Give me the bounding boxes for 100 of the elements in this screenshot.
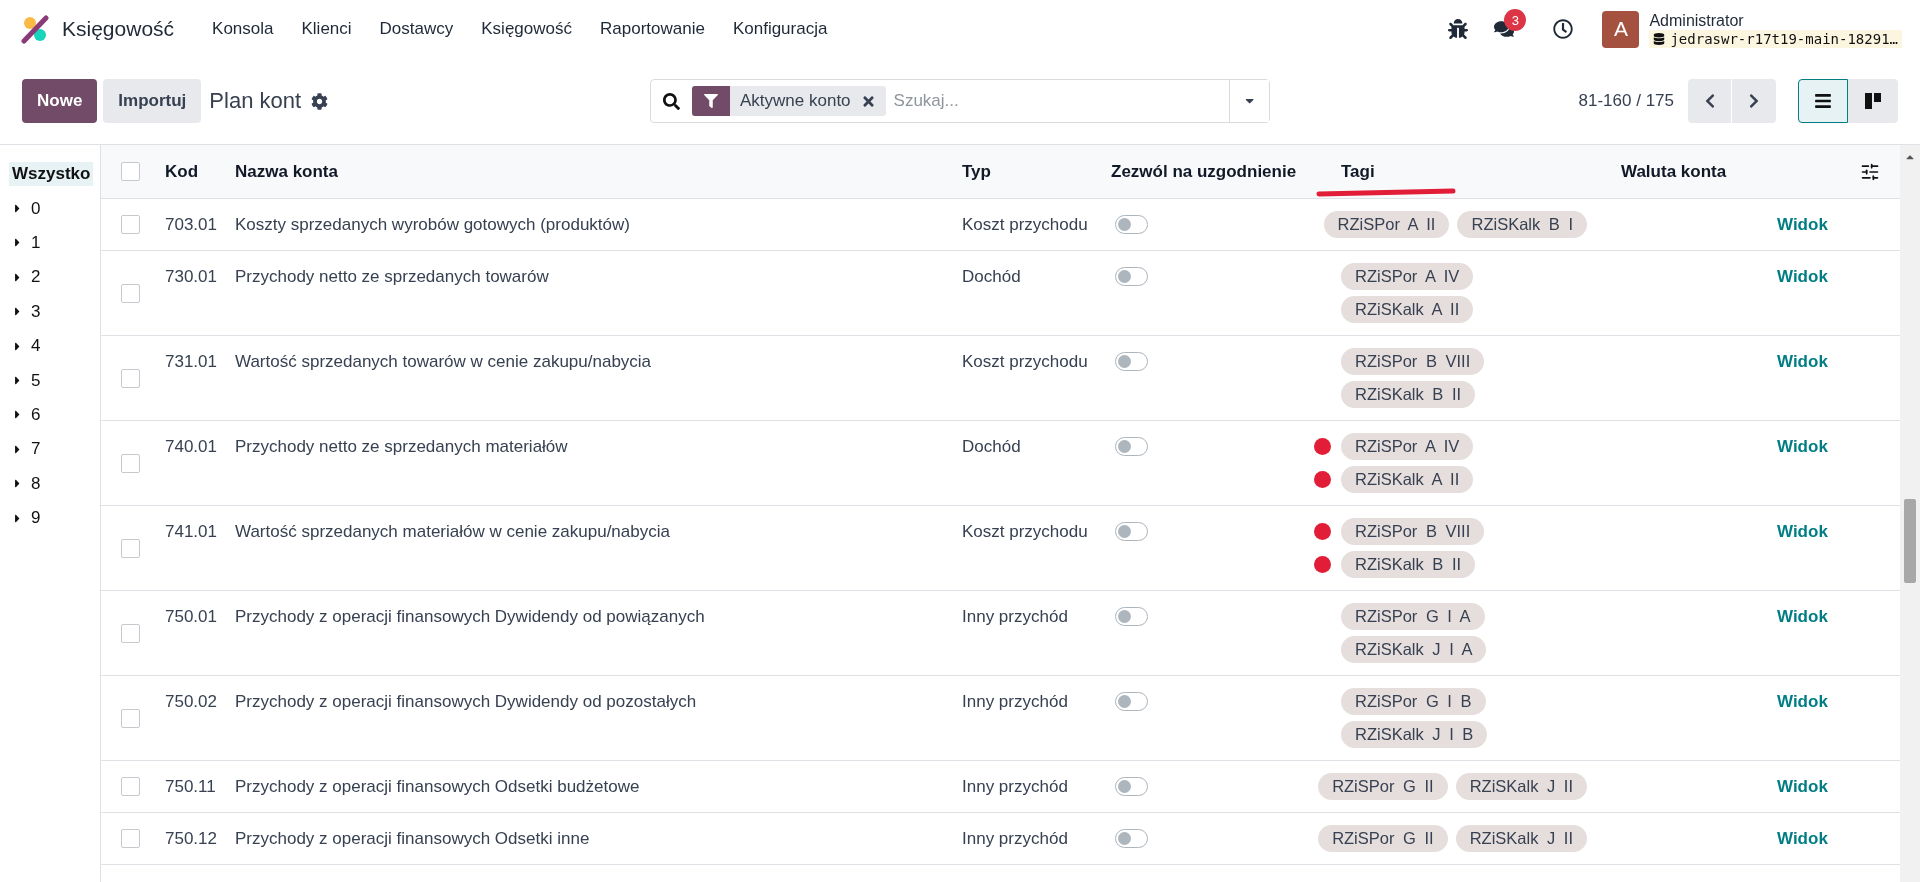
view-link[interactable]: Widok (1755, 348, 1860, 375)
menu-item[interactable]: Konsola (198, 19, 288, 39)
toggle-switch[interactable] (1115, 607, 1148, 626)
tag: RZiSPor B VIII (1341, 348, 1485, 375)
row-checkbox[interactable] (121, 623, 140, 643)
kanban-icon (1864, 92, 1882, 110)
table-cell-text: 741.01 (164, 521, 218, 543)
toggle-switch[interactable] (1115, 437, 1148, 456)
app-name[interactable]: Księgowość (62, 17, 175, 41)
app-logo[interactable] (20, 14, 50, 44)
kanban-view-button[interactable] (1848, 79, 1898, 123)
tag: RZiSKalk B II (1341, 381, 1476, 408)
tag: RZiSPor G I A (1341, 603, 1485, 630)
table-cell-text: Koszty sprzedanych wyrobów gotowych (produktów) (234, 214, 631, 236)
tag: RZiSPor A IV (1341, 433, 1474, 460)
menu-item[interactable]: Klienci (287, 19, 366, 39)
table-cell-text: Przychody z operacji finansowych Dywidendy od pozostałych (234, 691, 698, 713)
column-header[interactable]: Nazwa konta (229, 161, 956, 182)
next-button[interactable] (1732, 79, 1776, 123)
table-cell-text: 750.02 (164, 691, 218, 713)
new-button[interactable]: Nowe (22, 79, 98, 123)
view-link[interactable]: Widok (1755, 263, 1860, 290)
select-all-checkbox[interactable] (121, 162, 140, 181)
pager-value[interactable]: 81-160 / 175 (1578, 91, 1674, 111)
table-cell-text: Przychody z operacji finansowych Odsetki inne (234, 828, 591, 850)
toggle-switch[interactable] (1115, 267, 1148, 286)
previous-button[interactable] (1688, 79, 1732, 123)
sidebar-item[interactable]: 2 (28, 265, 44, 290)
column-header[interactable]: Tagi (1305, 161, 1595, 182)
list-view-button[interactable] (1798, 79, 1848, 123)
row-checkbox[interactable] (121, 829, 140, 848)
table-cell-text: Przychody z operacji finansowych Dywidendy od powiązanych (234, 606, 706, 628)
table-cell-text: Dochód (961, 436, 1022, 458)
search-icon (663, 92, 680, 110)
sidebar-item[interactable]: 4 (28, 334, 44, 359)
sidebar-item[interactable]: 1 (28, 230, 44, 255)
sidebar-item[interactable]: 9 (28, 506, 44, 531)
sidebar-item[interactable]: 7 (28, 437, 44, 462)
table-cell-text: Inny przychód (961, 828, 1069, 850)
row-checkbox[interactable] (121, 283, 140, 303)
row-checkbox[interactable] (121, 708, 140, 728)
import-button[interactable]: Importuj (103, 79, 202, 123)
menu-item[interactable]: Dostawcy (365, 19, 468, 39)
list-icon (1814, 92, 1832, 110)
toggle-switch[interactable] (1115, 692, 1148, 711)
column-header[interactable]: Typ (956, 161, 1105, 182)
table-cell-text: Koszt przychodu (961, 214, 1089, 236)
row-checkbox[interactable] (121, 777, 140, 796)
database-icon (1653, 32, 1666, 45)
toggle-switch[interactable] (1115, 522, 1148, 541)
search-bar[interactable]: Aktywne konto Szukaj... (650, 79, 1270, 123)
user-name: Administrator (1649, 10, 1745, 30)
row-checkbox[interactable] (121, 215, 140, 234)
view-link[interactable]: Widok (1755, 518, 1860, 545)
dropdown-toggle[interactable] (1229, 80, 1269, 122)
column-settings-icon[interactable] (1860, 161, 1880, 182)
clock-icon[interactable] (1553, 19, 1574, 39)
sidebar-item[interactable]: 5 (28, 368, 44, 393)
toggle-switch[interactable] (1115, 829, 1148, 848)
table-cell-text: Inny przychód (961, 606, 1069, 628)
toggle-switch[interactable] (1115, 777, 1148, 796)
scrollbar[interactable] (1900, 145, 1920, 882)
scrollbar-thumb[interactable] (1904, 499, 1916, 583)
tag: RZiSPor G I B (1341, 688, 1486, 715)
view-link[interactable]: Widok (1755, 688, 1860, 715)
tag: RZiSKalk B II (1341, 551, 1476, 578)
tag: RZiSPor G II (1318, 773, 1448, 800)
table-cell-text: Koszt przychodu (961, 351, 1089, 373)
table-cell-text: 750.11 (164, 776, 217, 798)
menu-item[interactable]: Raportowanie (586, 19, 719, 39)
row-checkbox[interactable] (121, 453, 140, 473)
column-header[interactable]: Zezwól na uzgodnienie (1105, 161, 1305, 182)
filter-facet: Aktywne konto (692, 86, 886, 116)
menu-item[interactable]: Konfiguracja (718, 19, 842, 39)
database-name: jedraswr-r17t19-main-18291… (1649, 29, 1902, 48)
settings-icon[interactable] (311, 92, 329, 110)
table-cell-text: 750.01 (164, 606, 218, 628)
view-link[interactable]: Widok (1755, 603, 1860, 630)
view-link[interactable]: Widok (1755, 773, 1860, 800)
tag: RZiSKalk B I (1457, 211, 1587, 238)
sidebar-item[interactable]: 0 (28, 196, 44, 221)
sidebar-item[interactable]: Wszystko (9, 162, 94, 187)
view-link[interactable]: Widok (1755, 211, 1860, 238)
bug-icon[interactable] (1448, 19, 1469, 39)
row-checkbox[interactable] (121, 538, 140, 558)
sidebar-item[interactable]: 6 (28, 402, 44, 427)
column-header[interactable]: Waluta konta (1595, 161, 1755, 182)
column-header[interactable]: Kod (159, 161, 229, 182)
menu-item[interactable]: Księgowość (467, 19, 586, 39)
sidebar-item[interactable]: 8 (28, 471, 44, 496)
table-cell-text: 731.01 (164, 351, 218, 373)
sidebar-item[interactable]: 3 (28, 299, 44, 324)
view-link[interactable]: Widok (1755, 825, 1860, 852)
user-avatar[interactable]: A (1602, 10, 1640, 48)
toggle-switch[interactable] (1115, 215, 1148, 234)
row-checkbox[interactable] (121, 368, 140, 388)
toggle-switch[interactable] (1115, 352, 1148, 371)
view-link[interactable]: Widok (1755, 433, 1860, 460)
tag: RZiSPor G II (1318, 825, 1448, 852)
tag: RZiSKalk A II (1341, 466, 1474, 493)
